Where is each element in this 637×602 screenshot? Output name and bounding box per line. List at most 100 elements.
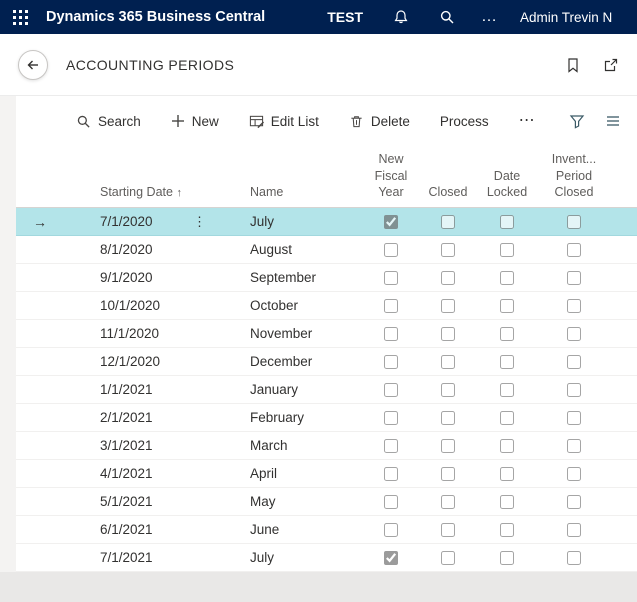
app-launcher-button[interactable] [0,0,40,34]
user-menu[interactable]: Admin Trevin N [520,10,637,25]
date-locked-checkbox[interactable] [500,411,514,425]
column-header-closed[interactable]: Closed [420,184,476,200]
closed-checkbox[interactable] [441,355,455,369]
inventory-period-closed-checkbox[interactable] [567,495,581,509]
topbar-more-button[interactable]: … [481,9,498,25]
closed-checkbox[interactable] [441,551,455,565]
bookmark-icon[interactable] [565,57,581,73]
closed-checkbox[interactable] [441,495,455,509]
table-row[interactable]: 6/1/2021 June [16,516,637,544]
closed-checkbox[interactable] [441,383,455,397]
closed-checkbox[interactable] [441,243,455,257]
open-in-new-window-icon[interactable] [603,57,619,73]
inventory-period-closed-checkbox[interactable] [567,355,581,369]
inventory-period-closed-checkbox[interactable] [567,327,581,341]
date-locked-checkbox[interactable] [500,439,514,453]
date-locked-checkbox[interactable] [500,327,514,341]
inventory-period-closed-checkbox[interactable] [567,299,581,313]
name-cell[interactable]: November [250,326,362,341]
name-cell[interactable]: April [250,466,362,481]
date-locked-checkbox[interactable] [500,243,514,257]
name-cell[interactable]: March [250,438,362,453]
new-button[interactable]: New [171,114,219,129]
column-header-date-locked[interactable]: Date Locked [476,168,538,201]
table-row[interactable]: 3/1/2021 March [16,432,637,460]
starting-date-cell[interactable]: 9/1/2020 [100,270,250,285]
starting-date-cell[interactable]: 3/1/2021 [100,438,250,453]
starting-date-cell[interactable]: 10/1/2020 [100,298,250,313]
closed-checkbox[interactable] [441,327,455,341]
inventory-period-closed-checkbox[interactable] [567,523,581,537]
closed-checkbox[interactable] [441,467,455,481]
table-row[interactable]: 1/1/2021 January [16,376,637,404]
inventory-period-closed-checkbox[interactable] [567,551,581,565]
inventory-period-closed-checkbox[interactable] [567,271,581,285]
view-options-icon[interactable] [605,113,621,129]
new-fiscal-year-checkbox[interactable] [384,299,398,313]
starting-date-cell[interactable]: 7/1/2020 ⋮ [100,214,250,230]
new-fiscal-year-checkbox[interactable] [384,215,398,229]
table-row[interactable]: → 7/1/2020 ⋮ July [16,208,637,236]
starting-date-cell[interactable]: 5/1/2021 [100,494,250,509]
date-locked-checkbox[interactable] [500,299,514,313]
new-fiscal-year-checkbox[interactable] [384,439,398,453]
edit-list-button[interactable]: Edit List [249,114,319,129]
inventory-period-closed-checkbox[interactable] [567,243,581,257]
closed-checkbox[interactable] [441,299,455,313]
table-row[interactable]: 7/1/2021 July [16,544,637,572]
inventory-period-closed-checkbox[interactable] [567,467,581,481]
date-locked-checkbox[interactable] [500,551,514,565]
table-row[interactable]: 4/1/2021 April [16,460,637,488]
column-header-new-fiscal-year[interactable]: New Fiscal Year [362,151,420,200]
new-fiscal-year-checkbox[interactable] [384,467,398,481]
date-locked-checkbox[interactable] [500,215,514,229]
name-cell[interactable]: October [250,298,362,313]
new-fiscal-year-checkbox[interactable] [384,355,398,369]
starting-date-cell[interactable]: 11/1/2020 [100,326,250,341]
new-fiscal-year-checkbox[interactable] [384,243,398,257]
name-cell[interactable]: May [250,494,362,509]
column-header-starting-date[interactable]: Starting Date ↑ [100,184,250,200]
filter-icon[interactable] [569,113,585,129]
table-row[interactable]: 8/1/2020 August [16,236,637,264]
date-locked-checkbox[interactable] [500,467,514,481]
table-row[interactable]: 9/1/2020 September [16,264,637,292]
name-cell[interactable]: July [250,214,362,229]
closed-checkbox[interactable] [441,271,455,285]
starting-date-cell[interactable]: 6/1/2021 [100,522,250,537]
table-row[interactable]: 11/1/2020 November [16,320,637,348]
closed-checkbox[interactable] [441,215,455,229]
name-cell[interactable]: September [250,270,362,285]
environment-badge[interactable]: TEST [327,9,363,25]
app-title[interactable]: Dynamics 365 Business Central [46,9,265,25]
new-fiscal-year-checkbox[interactable] [384,551,398,565]
new-fiscal-year-checkbox[interactable] [384,383,398,397]
row-kebab-menu-icon[interactable]: ⋮ [193,214,206,230]
starting-date-cell[interactable]: 8/1/2020 [100,242,250,257]
starting-date-cell[interactable]: 12/1/2020 [100,354,250,369]
topbar-search-button[interactable] [439,9,455,25]
name-cell[interactable]: February [250,410,362,425]
delete-button[interactable]: Delete [349,114,410,129]
date-locked-checkbox[interactable] [500,523,514,537]
name-cell[interactable]: July [250,550,362,565]
table-row[interactable]: 5/1/2021 May [16,488,637,516]
starting-date-cell[interactable]: 4/1/2021 [100,466,250,481]
name-cell[interactable]: August [250,242,362,257]
date-locked-checkbox[interactable] [500,495,514,509]
inventory-period-closed-checkbox[interactable] [567,383,581,397]
name-cell[interactable]: June [250,522,362,537]
table-row[interactable]: 2/1/2021 February [16,404,637,432]
table-row[interactable]: 10/1/2020 October [16,292,637,320]
name-cell[interactable]: January [250,382,362,397]
toolbar-more-button[interactable]: ⋯ [519,113,535,129]
starting-date-cell[interactable]: 7/1/2021 [100,550,250,565]
column-header-name[interactable]: Name [250,184,362,200]
inventory-period-closed-checkbox[interactable] [567,439,581,453]
closed-checkbox[interactable] [441,411,455,425]
process-button[interactable]: Process [440,114,489,129]
closed-checkbox[interactable] [441,439,455,453]
name-cell[interactable]: December [250,354,362,369]
inventory-period-closed-checkbox[interactable] [567,215,581,229]
back-button[interactable] [18,50,48,80]
